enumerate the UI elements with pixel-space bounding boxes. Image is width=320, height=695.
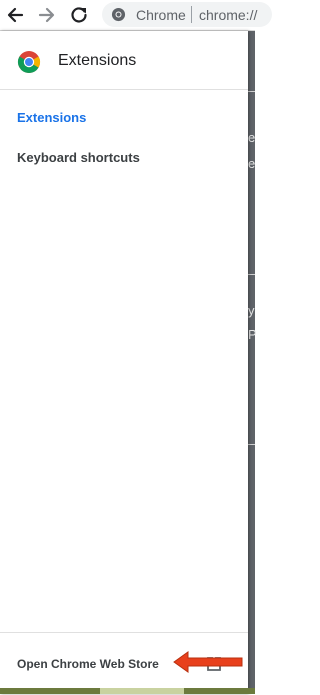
drawer-title: Extensions: [58, 52, 137, 69]
desktop-strip: [0, 688, 255, 694]
open-web-store-link[interactable]: Open Chrome Web Store: [17, 657, 159, 671]
bg-divider: [248, 274, 255, 275]
reload-icon: [71, 7, 87, 23]
desktop-strip-highlight: [100, 688, 184, 694]
extensions-drawer: Extensions Extensions Keyboard shortcuts…: [0, 31, 248, 694]
drawer-header: Extensions: [0, 31, 248, 90]
forward-button[interactable]: [36, 4, 58, 26]
address-bar[interactable]: Chrome chrome://: [102, 2, 272, 27]
reload-button[interactable]: [68, 4, 90, 26]
back-arrow-icon: [7, 7, 24, 23]
chrome-logo-icon: [17, 51, 41, 73]
forward-arrow-icon: [38, 7, 55, 23]
bg-text-fragment: y: [248, 303, 255, 318]
bg-text-fragment: e: [248, 156, 256, 171]
chrome-site-icon: [111, 7, 126, 22]
omnibox-divider: [191, 6, 192, 23]
drawer-footer: Open Chrome Web Store: [0, 632, 248, 695]
menu-item-keyboard-shortcuts[interactable]: Keyboard shortcuts: [17, 150, 140, 165]
red-arrow-annotation: [173, 651, 243, 673]
back-button[interactable]: [4, 4, 26, 26]
browser-toolbar: Chrome chrome://: [0, 0, 272, 31]
url-text: chrome://: [199, 7, 258, 23]
background-page: e e y P: [248, 31, 257, 694]
bg-text-fragment: P: [248, 327, 257, 342]
bg-text-fragment: e: [248, 130, 256, 145]
menu-item-extensions[interactable]: Extensions: [17, 110, 86, 125]
bg-divider: [248, 444, 255, 445]
bg-divider: [248, 91, 255, 92]
origin-chip: Chrome: [136, 7, 186, 23]
